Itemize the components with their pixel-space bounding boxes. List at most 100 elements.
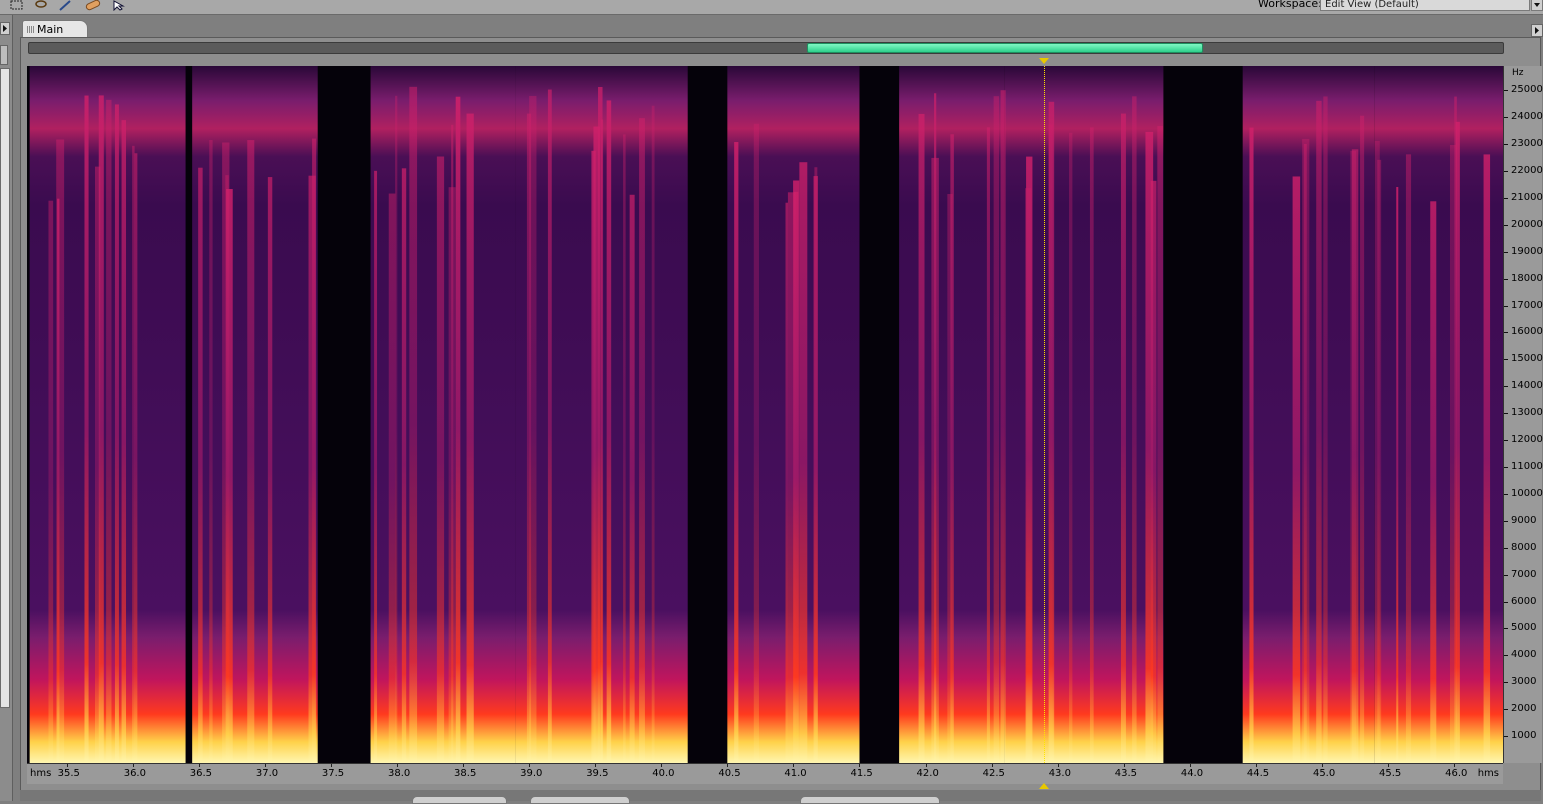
time-tick [793,764,795,767]
frequency-label: 16000 [1511,326,1543,338]
chevron-right-icon [1535,27,1539,34]
chevron-right-icon [3,25,7,32]
frequency-tick [1504,601,1508,603]
harmonic-stripe [308,175,316,763]
time-tick [595,764,597,767]
playhead-top-marker[interactable] [1039,58,1050,64]
playhead-line [1044,66,1046,763]
harmonic-stripe [106,99,112,763]
time-label: 45.0 [1312,768,1336,779]
harmonic-stripe [1292,176,1301,763]
harmonic-stripe [529,95,537,763]
harmonic-stripe [629,194,635,763]
frequency-tick [1504,278,1508,280]
harmonic-stripe [1089,127,1094,763]
frequency-label: 10000 [1511,487,1543,499]
frequency-label: 2000 [1511,703,1537,715]
frequency-tick [1504,574,1508,576]
harmonic-stripe [226,189,233,763]
spectral-frequency-display[interactable] [27,66,1503,763]
frequency-tick [1504,117,1508,119]
time-tab[interactable] [800,796,940,804]
overview-bar[interactable] [28,42,1504,54]
frequency-tick [1504,736,1508,738]
harmonic-stripe [986,127,990,763]
time-tick [1189,764,1191,767]
harmonic-stripe [132,145,135,763]
harmonic-stripe [1150,180,1157,763]
time-tick [727,764,729,767]
time-label: 40.0 [652,768,675,779]
time-tick [1454,764,1456,767]
frequency-tick [1504,90,1508,92]
chevron-down-icon[interactable] [1531,0,1543,11]
time-label: 38.0 [387,768,411,779]
frequency-unit-label: Hz [1512,68,1524,78]
time-label: 42.5 [982,768,1005,779]
time-tick [198,764,200,767]
harmonic-stripe [247,140,255,763]
spot-healing-icon[interactable] [84,0,102,11]
tab-main[interactable]: Main [22,20,88,37]
frequency-tick [1504,709,1508,711]
lasso-icon[interactable] [34,0,48,11]
time-tick [1321,764,1323,767]
side-panel-toggle[interactable] [0,45,8,65]
time-ruler[interactable]: hms hms 35.5 36.0 36.5 37.0 37.5 38.0 38.5 39.0… [27,763,1503,784]
time-label: 41.5 [850,768,873,779]
time-label: 37.5 [321,768,345,779]
time-label: 36.5 [189,768,213,779]
harmonic-stripe [1405,154,1412,763]
harmonic-stripe [84,95,89,763]
workspace-select[interactable]: Edit View (Default) [1320,0,1530,11]
harmonic-stripe [56,139,65,763]
frequency-label: 20000 [1511,218,1543,230]
time-tick [1255,764,1257,767]
frequency-tick [1504,440,1508,442]
time-tick [661,764,663,767]
frequency-tick [1504,359,1508,361]
time-unit-label-left: hms [30,768,52,779]
marquee-select-icon[interactable] [10,0,24,11]
harmonic-stripe [1069,132,1073,763]
time-label: 37.0 [255,768,279,779]
harmonic-stripe [1132,96,1137,763]
time-tick [264,764,266,767]
frequency-label: 14000 [1511,380,1543,392]
frequency-tick [1504,224,1508,226]
harmonic-stripe [1120,113,1126,763]
time-label: 46.0 [1445,768,1468,779]
harmonic-stripe [793,191,799,763]
playhead-bottom-marker[interactable] [1039,783,1050,789]
frequency-tick [1504,520,1508,522]
time-tick [925,764,927,767]
zoom-range-handle[interactable] [806,43,1204,53]
harmonic-stripe [918,113,925,763]
move-icon[interactable] [112,0,128,11]
harmonic-stripe [95,166,101,763]
frequency-label: 17000 [1511,299,1543,311]
frequency-label: 1000 [1511,730,1537,742]
frequency-label: 6000 [1511,595,1537,607]
time-label: 43.5 [1114,768,1138,779]
harmonic-stripe [623,134,626,763]
zoom-tab[interactable] [530,796,630,804]
spectrogram-canvas [29,66,1503,763]
harmonic-stripe [591,150,596,763]
time-tick [1057,764,1059,767]
frequency-label: 25000 [1511,84,1543,96]
harmonic-stripe [814,167,818,763]
brush-icon[interactable] [58,0,72,11]
frequency-label: 11000 [1511,460,1543,472]
time-unit-label-right: hms [1477,768,1499,779]
panel-expand-button[interactable] [0,22,10,35]
transport-tab[interactable] [412,796,507,804]
frequency-label: 3000 [1511,676,1537,688]
harmonic-stripe [1377,159,1382,763]
harmonic-stripe [198,167,203,763]
harmonic-stripe [395,95,398,763]
panel-menu-button[interactable] [1531,24,1543,37]
harmonic-stripe [753,123,759,763]
harmonic-stripe [606,100,612,763]
harmonic-stripe [409,86,418,763]
